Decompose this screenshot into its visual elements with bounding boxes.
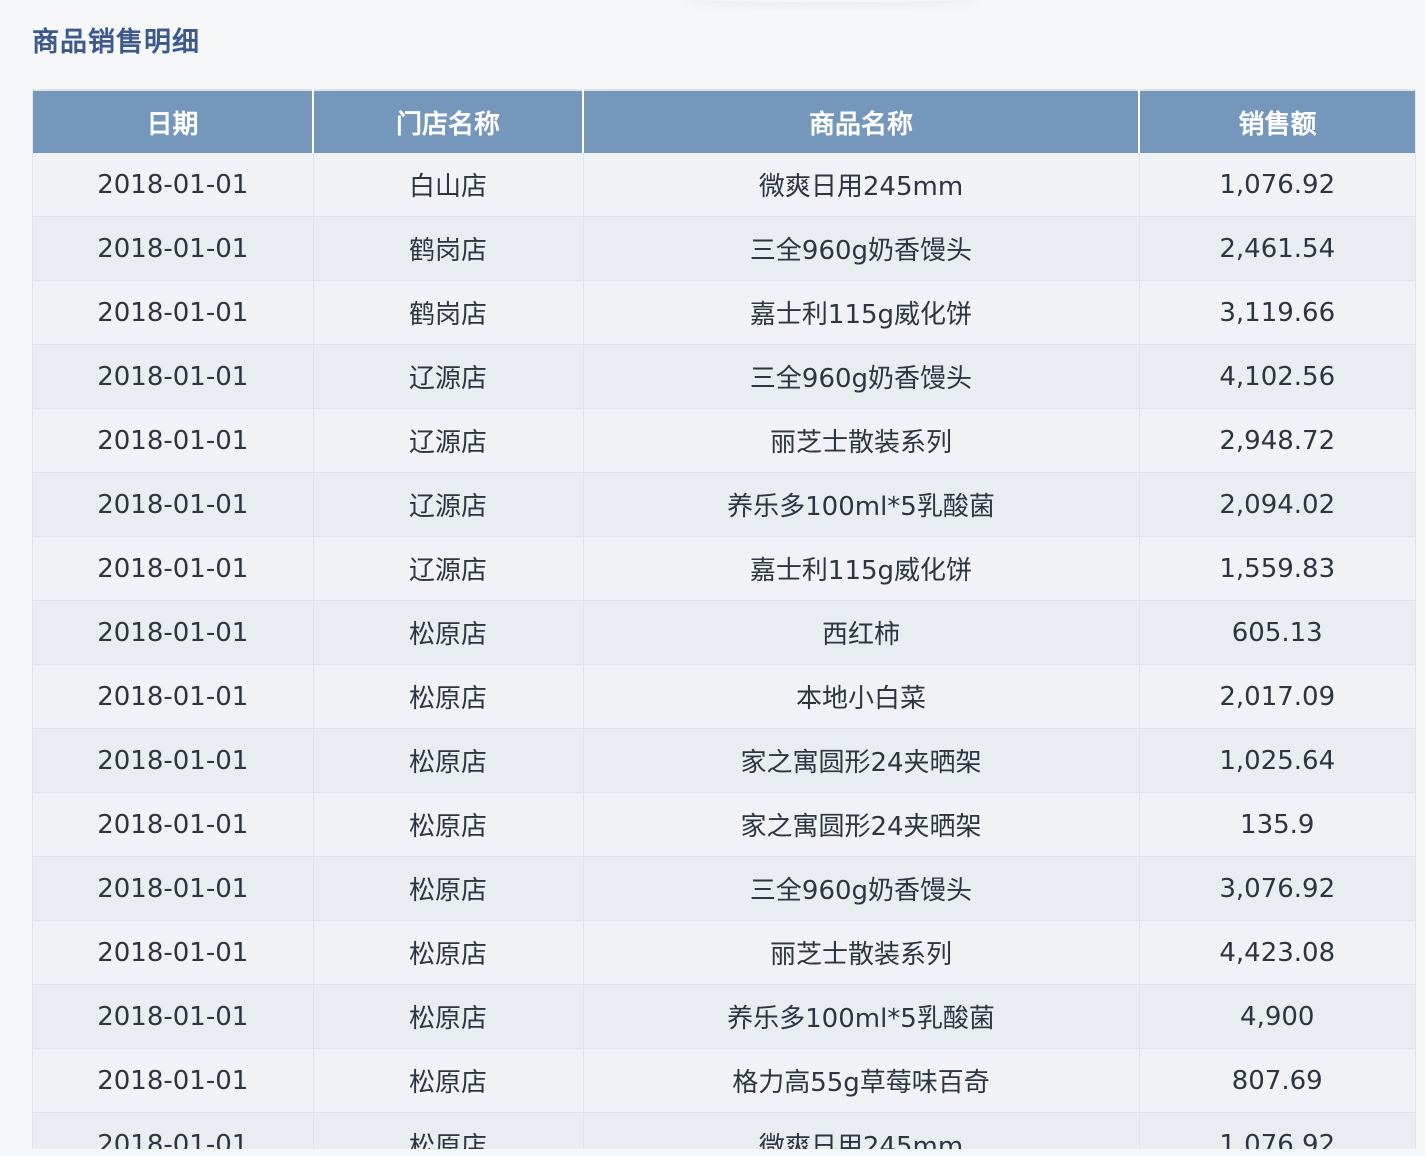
cell-sales: 1,025.64 (1139, 728, 1415, 793)
cell-store: 辽源店 (313, 472, 584, 537)
cell-sales: 1,076.92 (1139, 153, 1415, 217)
cell-date: 2018-01-01 (33, 1048, 314, 1113)
cell-sales: 3,076.92 (1139, 856, 1415, 921)
table-row[interactable]: 2018-01-01 松原店 本地小白菜 2,017.09 (33, 664, 1415, 729)
table-body: 2018-01-01 白山店 微爽日用245mm 1,076.92 2018-01-01… (33, 153, 1415, 1149)
column-header-sales[interactable]: 销售额 (1139, 89, 1415, 153)
table-row[interactable]: 2018-01-01 辽源店 养乐多100ml*5乳酸菌 2,094.02 (33, 472, 1415, 537)
table-row[interactable]: 2018-01-01 松原店 家之寓圆形24夹晒架 1,025.64 (33, 728, 1415, 793)
table-row[interactable]: 2018-01-01 松原店 西红柿 605.13 (33, 600, 1415, 665)
table-row[interactable]: 2018-01-01 辽源店 三全960g奶香馒头 4,102.56 (33, 344, 1415, 409)
cell-product: 嘉士利115g威化饼 (583, 280, 1140, 345)
cell-sales: 2,461.54 (1139, 216, 1415, 281)
cell-sales: 135.9 (1139, 792, 1415, 857)
cell-sales: 807.69 (1139, 1048, 1415, 1113)
cell-store: 鹤岗店 (313, 216, 584, 281)
cell-store: 松原店 (313, 856, 584, 921)
cell-product: 养乐多100ml*5乳酸菌 (583, 472, 1140, 537)
cell-store: 松原店 (313, 600, 584, 665)
cell-date: 2018-01-01 (33, 280, 314, 345)
cell-date: 2018-01-01 (33, 920, 314, 985)
sales-table-container[interactable]: 日期 门店名称 商品名称 销售额 2018-01-01 白山店 微爽日用245mm 1… (32, 89, 1416, 1149)
cell-product: 三全960g奶香馒头 (583, 216, 1140, 281)
cell-date: 2018-01-01 (33, 472, 314, 537)
table-row[interactable]: 2018-01-01 松原店 养乐多100ml*5乳酸菌 4,900 (33, 984, 1415, 1049)
cell-store: 白山店 (313, 153, 584, 217)
cell-store: 松原店 (313, 984, 584, 1049)
cell-date: 2018-01-01 (33, 600, 314, 665)
table-row[interactable]: 2018-01-01 松原店 格力高55g草莓味百奇 807.69 (33, 1048, 1415, 1113)
cell-store: 松原店 (313, 920, 584, 985)
panel-shadow (680, 0, 980, 2)
cell-sales: 1,076.92 (1139, 1112, 1415, 1149)
cell-date: 2018-01-01 (33, 216, 314, 281)
cell-date: 2018-01-01 (33, 792, 314, 857)
table-row[interactable]: 2018-01-01 松原店 家之寓圆形24夹晒架 135.9 (33, 792, 1415, 857)
cell-store: 松原店 (313, 792, 584, 857)
cell-product: 丽芝士散装系列 (583, 920, 1140, 985)
cell-product: 三全960g奶香馒头 (583, 856, 1140, 921)
cell-product: 家之寓圆形24夹晒架 (583, 792, 1140, 857)
column-header-date[interactable]: 日期 (33, 89, 314, 153)
table-row[interactable]: 2018-01-01 松原店 微爽日用245mm 1,076.92 (33, 1112, 1415, 1149)
cell-date: 2018-01-01 (33, 1112, 314, 1149)
cell-store: 松原店 (313, 728, 584, 793)
cell-store: 辽源店 (313, 408, 584, 473)
cell-sales: 1,559.83 (1139, 536, 1415, 601)
cell-product: 丽芝士散装系列 (583, 408, 1140, 473)
table-row[interactable]: 2018-01-01 松原店 三全960g奶香馒头 3,076.92 (33, 856, 1415, 921)
cell-sales: 2,948.72 (1139, 408, 1415, 473)
cell-product: 微爽日用245mm (583, 153, 1140, 217)
cell-sales: 2,094.02 (1139, 472, 1415, 537)
table-header-row: 日期 门店名称 商品名称 销售额 (33, 89, 1415, 153)
cell-sales: 605.13 (1139, 600, 1415, 665)
table-row[interactable]: 2018-01-01 辽源店 嘉士利115g威化饼 1,559.83 (33, 536, 1415, 601)
cell-date: 2018-01-01 (33, 664, 314, 729)
cell-store: 辽源店 (313, 536, 584, 601)
sales-table: 日期 门店名称 商品名称 销售额 2018-01-01 白山店 微爽日用245mm 1… (33, 89, 1415, 1149)
cell-sales: 2,017.09 (1139, 664, 1415, 729)
cell-product: 微爽日用245mm (583, 1112, 1140, 1149)
cell-date: 2018-01-01 (33, 153, 314, 217)
table-row[interactable]: 2018-01-01 白山店 微爽日用245mm 1,076.92 (33, 153, 1415, 217)
cell-store: 松原店 (313, 664, 584, 729)
cell-date: 2018-01-01 (33, 536, 314, 601)
column-header-product[interactable]: 商品名称 (583, 89, 1140, 153)
cell-product: 格力高55g草莓味百奇 (583, 1048, 1140, 1113)
cell-sales: 4,900 (1139, 984, 1415, 1049)
table-row[interactable]: 2018-01-01 鹤岗店 嘉士利115g威化饼 3,119.66 (33, 280, 1415, 345)
panel-title: 商品销售明细 (32, 27, 200, 58)
cell-product: 家之寓圆形24夹晒架 (583, 728, 1140, 793)
cell-sales: 4,423.08 (1139, 920, 1415, 985)
cell-product: 西红柿 (583, 600, 1140, 665)
cell-date: 2018-01-01 (33, 408, 314, 473)
cell-store: 鹤岗店 (313, 280, 584, 345)
cell-sales: 3,119.66 (1139, 280, 1415, 345)
sales-detail-panel: 商品销售明细 日期 门店名称 商品名称 销售额 2018-01-01 白山店 微爽日… (0, 0, 1425, 1156)
column-header-store[interactable]: 门店名称 (313, 89, 584, 153)
cell-product: 三全960g奶香馒头 (583, 344, 1140, 409)
table-row[interactable]: 2018-01-01 松原店 丽芝士散装系列 4,423.08 (33, 920, 1415, 985)
cell-sales: 4,102.56 (1139, 344, 1415, 409)
cell-product: 养乐多100ml*5乳酸菌 (583, 984, 1140, 1049)
cell-product: 本地小白菜 (583, 664, 1140, 729)
cell-date: 2018-01-01 (33, 984, 314, 1049)
table-row[interactable]: 2018-01-01 辽源店 丽芝士散装系列 2,948.72 (33, 408, 1415, 473)
cell-store: 辽源店 (313, 344, 584, 409)
cell-date: 2018-01-01 (33, 344, 314, 409)
cell-date: 2018-01-01 (33, 728, 314, 793)
cell-store: 松原店 (313, 1112, 584, 1149)
table-row[interactable]: 2018-01-01 鹤岗店 三全960g奶香馒头 2,461.54 (33, 216, 1415, 281)
cell-date: 2018-01-01 (33, 856, 314, 921)
cell-product: 嘉士利115g威化饼 (583, 536, 1140, 601)
cell-store: 松原店 (313, 1048, 584, 1113)
